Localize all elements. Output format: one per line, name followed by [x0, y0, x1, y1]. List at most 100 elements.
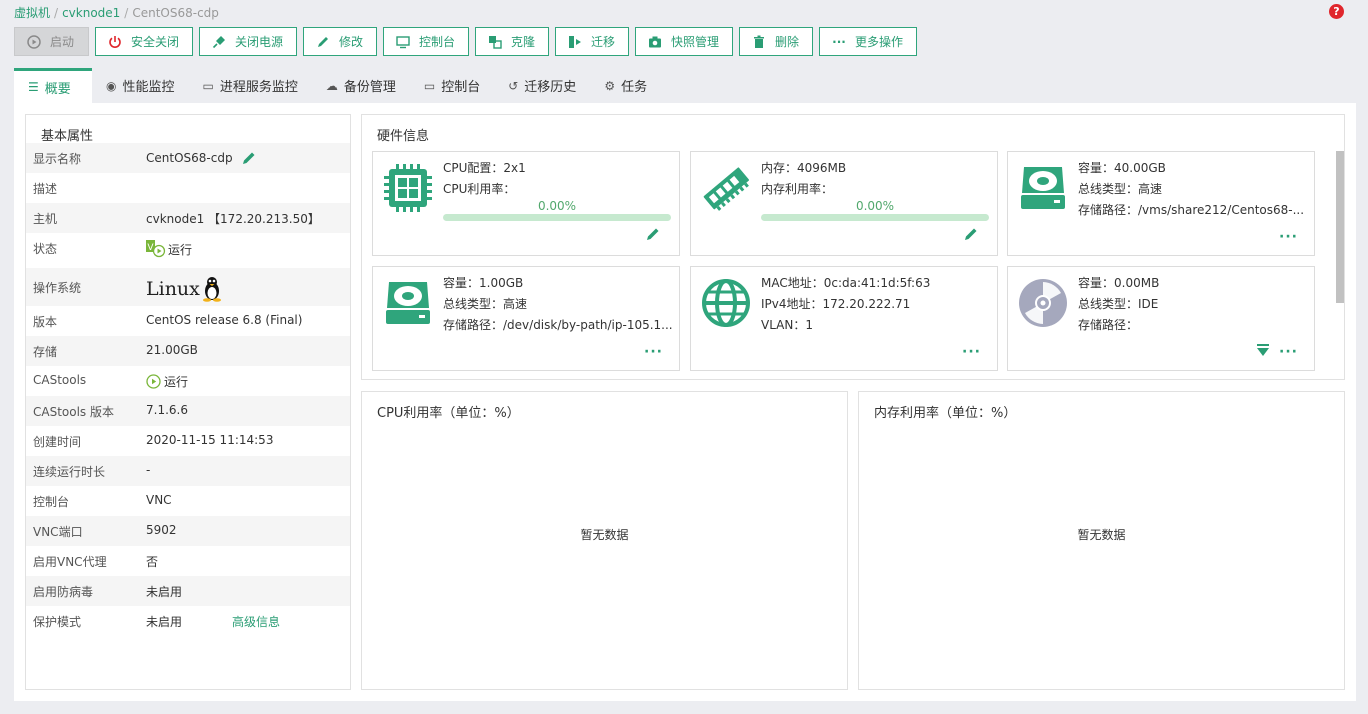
power-icon: [108, 35, 122, 49]
desktop-icon: ▭: [202, 78, 214, 93]
nic-vlan: VLAN：1: [761, 318, 813, 332]
edit-memory-pencil-icon[interactable]: [963, 226, 979, 242]
hardware-info-panel: 硬件信息 CPU配置：2x1 CPU利用率： 0.00% 内存：4096MB 内…: [361, 114, 1345, 380]
prop-row-antivirus: 启用防病毒 未启用: [26, 576, 350, 606]
tab-console[interactable]: ▭ 控制台: [410, 68, 494, 103]
prop-row-console: 控制台 VNC: [33, 493, 172, 509]
tab-bar: ☰ 概要 ◉ 性能监控 ▭ 进程服务监控 ☁ 备份管理 ▭ 控制台 ↺ 迁移历史 ⚙ 任务: [14, 68, 661, 103]
disk1-more-button[interactable]: ···: [1279, 230, 1298, 244]
cdrom-path: 存储路径：: [1078, 318, 1139, 332]
breadcrumb-vm-root[interactable]: 虚拟机: [14, 6, 50, 20]
advanced-info-link[interactable]: 高级信息: [232, 613, 280, 630]
disk2-path: 存储路径：/dev/disk/by-path/ip-105.1...: [443, 318, 673, 332]
delete-button[interactable]: 删除: [739, 27, 813, 56]
prop-row-os: 操作系统 Linux: [26, 268, 350, 306]
hardware-card-disk-2: 容量：1.00GB 总线类型：高速 存储路径：/dev/disk/by-path…: [372, 266, 680, 371]
memory-size: 内存：4096MB: [761, 161, 847, 175]
console-button[interactable]: 控制台: [383, 27, 469, 56]
prop-row-version: 版本 CentOS release 6.8 (Final): [33, 313, 303, 329]
cloud-icon: ☁: [325, 78, 338, 93]
hardware-card-disk-1: 容量：40.00GB 总线类型：高速 存储路径：/vms/share212/Ce…: [1007, 151, 1315, 256]
nic-mac: MAC地址：0c:da:41:1d:5f:63: [761, 276, 931, 290]
tab-tasks[interactable]: ⚙ 任务: [590, 68, 661, 103]
disk1-capacity: 容量：40.00GB: [1078, 161, 1166, 175]
start-button[interactable]: 启动: [14, 27, 89, 56]
prop-row-created: 创建时间 2020-11-15 11:14:53: [33, 433, 274, 449]
hard-disk-icon: [386, 282, 430, 324]
snapshot-button[interactable]: 快照管理: [635, 27, 733, 56]
prop-row-protection-mode: 保护模式 未启用 高级信息: [33, 613, 281, 630]
history-icon: ↺: [508, 78, 519, 93]
edit-cpu-pencil-icon[interactable]: [645, 226, 661, 242]
tux-penguin-icon: [202, 277, 221, 302]
basic-properties-title: 基本属性: [41, 129, 94, 144]
hardware-scrollbar[interactable]: [1336, 151, 1344, 379]
tab-process-service[interactable]: ▭ 进程服务监控: [189, 68, 312, 103]
prop-row-description: 描述: [33, 182, 58, 196]
hardware-card-cdrom: 容量：0.00MB 总线类型：IDE 存储路径： ···: [1007, 266, 1315, 371]
tab-migration-history[interactable]: ↺ 迁移历史: [494, 68, 590, 103]
camera-icon: [648, 35, 662, 49]
list-icon: ☰: [28, 80, 39, 94]
hardware-scrollbar-thumb[interactable]: [1336, 151, 1344, 303]
gear-icon: ⚙: [604, 78, 616, 93]
breadcrumb-current: CentOS68-cdp: [132, 6, 219, 20]
cpu-chip-icon: [384, 164, 432, 212]
nic-more-button[interactable]: ···: [962, 345, 981, 359]
edit-name-pencil-icon[interactable]: [241, 150, 257, 166]
prop-row-storage: 存储 21.00GB: [26, 336, 350, 366]
prop-row-castools-version: CAStools 版本 7.1.6.6: [26, 396, 350, 426]
memory-stick-icon: [703, 167, 749, 211]
clone-button[interactable]: 克隆: [475, 27, 549, 56]
trash-icon: [752, 35, 766, 49]
cpu-chart-title: CPU利用率（单位：%）: [377, 406, 520, 421]
hard-disk-icon: [1021, 167, 1065, 209]
monitor-icon: ▭: [423, 78, 436, 93]
prop-row-uptime: 连续运行时长 -: [26, 456, 350, 486]
memory-usage-value: 0.00%: [855, 199, 895, 213]
migrate-icon: [568, 35, 582, 49]
breadcrumb-host[interactable]: cvknode1: [62, 6, 120, 20]
prop-row-display-name: 显示名称 CentOS68-cdp: [26, 143, 350, 173]
cpu-config: CPU配置：2x1: [443, 161, 526, 175]
cdrom-capacity: 容量：0.00MB: [1078, 276, 1160, 290]
basic-properties-panel: 基本属性 显示名称 CentOS68-cdp 描述 主机 cvknode1 【1…: [25, 114, 351, 690]
ellipsis-icon: ···: [832, 34, 846, 49]
eject-icon[interactable]: [1256, 344, 1270, 357]
cpu-usage-value: 0.00%: [537, 199, 577, 213]
disk2-more-button[interactable]: ···: [644, 345, 663, 359]
optical-disc-icon: [1019, 279, 1067, 327]
tab-performance[interactable]: ◉ 性能监控: [92, 68, 189, 103]
hardware-card-nic: MAC地址：0c:da:41:1d:5f:63 IPv4地址：172.20.22…: [690, 266, 998, 371]
help-icon[interactable]: ?: [1329, 4, 1344, 19]
plug-icon: [212, 35, 226, 49]
clone-icon: [488, 35, 502, 49]
vm-running-icon: V: [146, 240, 166, 258]
more-actions-button[interactable]: ··· 更多操作: [819, 27, 917, 56]
memory-chart-title: 内存利用率（单位：%）: [874, 406, 1017, 421]
safe-shutdown-button[interactable]: 安全关闭: [95, 27, 193, 56]
cpu-usage-bar: [443, 214, 671, 221]
disk2-capacity: 容量：1.00GB: [443, 276, 524, 290]
linux-logo: Linux: [146, 276, 223, 302]
prop-row-castools: CAStools 运行: [33, 373, 189, 389]
disk2-bus: 总线类型：高速: [443, 297, 528, 311]
memory-usage-chart-panel: 内存利用率（单位：%） 暂无数据: [858, 391, 1345, 690]
pencil-icon: [316, 35, 330, 49]
breadcrumb: 虚拟机 / cvknode1/CentOS68-cdp: [14, 6, 219, 20]
cpu-usage-label: CPU利用率：: [443, 182, 516, 196]
memory-usage-bar: [761, 214, 989, 221]
tab-backup[interactable]: ☁ 备份管理: [312, 68, 410, 103]
power-off-button[interactable]: 关闭电源: [199, 27, 297, 56]
memory-usage-label: 内存利用率：: [761, 182, 834, 196]
cdrom-more-button[interactable]: ···: [1279, 345, 1298, 359]
monitor-icon: [396, 35, 410, 49]
tab-overview[interactable]: ☰ 概要: [14, 68, 92, 103]
hardware-card-memory: 内存：4096MB 内存利用率： 0.00%: [690, 151, 998, 256]
play-circle-icon: [27, 34, 41, 49]
memory-chart-no-data: 暂无数据: [1077, 528, 1126, 542]
migrate-button[interactable]: 迁移: [555, 27, 629, 56]
modify-button[interactable]: 修改: [303, 27, 377, 56]
globe-network-icon: [702, 279, 750, 327]
toolbar: 启动 安全关闭 关闭电源 修改 控制台 克隆 迁移 快照管理 删除 ··· 更多…: [14, 27, 917, 58]
